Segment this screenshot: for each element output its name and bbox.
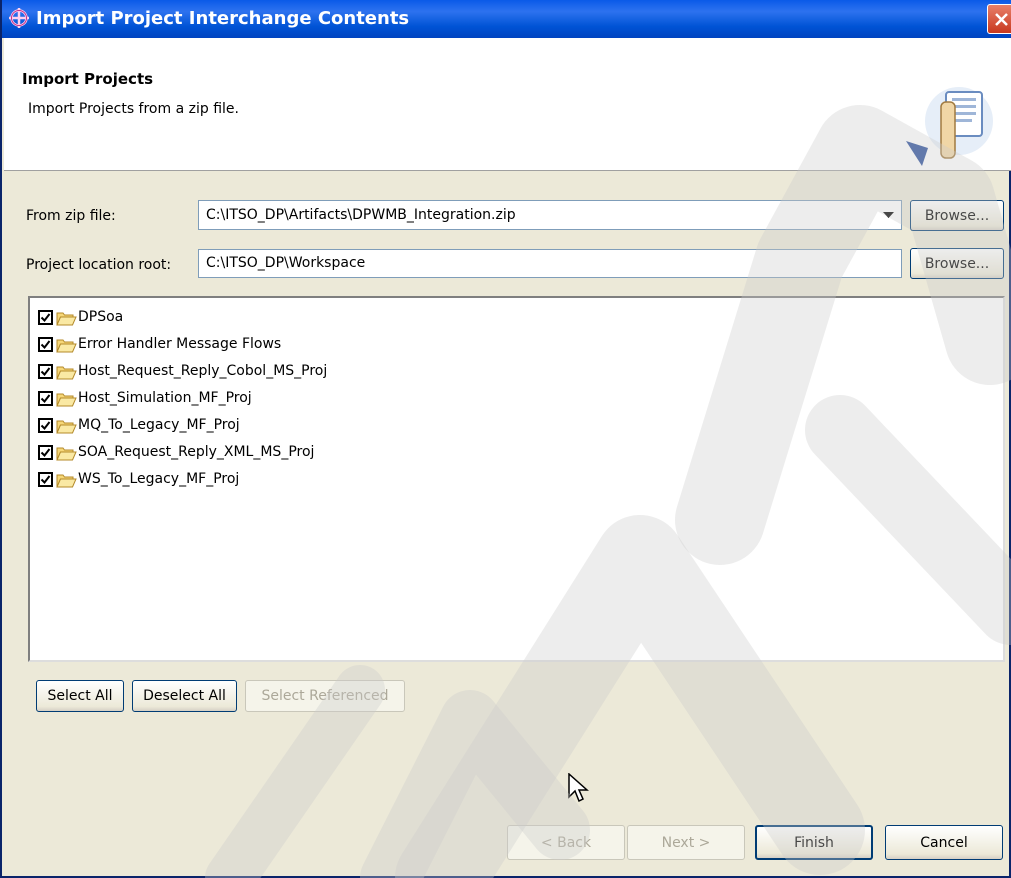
project-label: Host_Request_Reply_Cobol_MS_Proj <box>78 363 328 379</box>
checkbox[interactable] <box>38 418 53 433</box>
import-wizard-icon <box>9 8 29 28</box>
checkbox[interactable] <box>38 391 53 406</box>
project-tree[interactable]: DPSoa Error Handler Message Flows Host_R… <box>28 296 1005 662</box>
checkmark-icon <box>40 448 51 458</box>
window-title: Import Project Interchange Contents <box>36 8 410 29</box>
zip-file-label: From zip file: <box>26 208 116 224</box>
import-dialog: Import Project Interchange Contents Impo… <box>0 0 1011 878</box>
folder-open-icon <box>56 339 77 353</box>
finish-button[interactable]: Finish <box>755 825 873 860</box>
back-button[interactable]: < Back <box>507 825 625 860</box>
checkmark-icon <box>40 475 51 485</box>
zip-file-combo[interactable]: C:\ITSO_DP\Artifacts\DPWMB_Integration.z… <box>198 200 902 230</box>
checkmark-icon <box>40 313 51 323</box>
browse-location-button[interactable]: Browse... <box>910 248 1004 279</box>
folder-open-icon <box>56 474 77 488</box>
location-root-input[interactable]: C:\ITSO_DP\Workspace <box>198 249 902 278</box>
location-root-label: Project location root: <box>26 257 172 273</box>
mouse-pointer-icon <box>568 773 589 803</box>
wizard-import-icon <box>906 87 993 166</box>
select-all-button[interactable]: Select All <box>36 680 124 712</box>
project-label: WS_To_Legacy_MF_Proj <box>78 471 240 487</box>
project-label: DPSoa <box>78 309 124 325</box>
checkbox[interactable] <box>38 445 53 460</box>
checkmark-icon <box>40 340 51 350</box>
zip-file-value: C:\ITSO_DP\Artifacts\DPWMB_Integration.z… <box>206 207 516 223</box>
folder-open-icon <box>56 420 77 434</box>
cancel-button[interactable]: Cancel <box>885 825 1003 860</box>
browse-zip-button[interactable]: Browse... <box>910 200 1004 231</box>
wizard-header: Import Projects Import Projects from a z… <box>4 38 1011 171</box>
project-label: Host_Simulation_MF_Proj <box>78 390 252 406</box>
checkmark-icon <box>40 394 51 404</box>
checkbox[interactable] <box>38 310 53 325</box>
page-title: Import Projects <box>22 70 154 88</box>
next-button[interactable]: Next > <box>627 825 745 860</box>
folder-open-icon <box>56 447 77 461</box>
dropdown-arrow[interactable] <box>879 204 899 226</box>
close-button[interactable] <box>987 4 1011 34</box>
select-referenced-button[interactable]: Select Referenced <box>245 680 405 712</box>
location-root-value: C:\ITSO_DP\Workspace <box>206 255 366 271</box>
deselect-all-button[interactable]: Deselect All <box>132 680 237 712</box>
checkbox[interactable] <box>38 364 53 379</box>
project-label: SOA_Request_Reply_XML_MS_Proj <box>78 444 315 460</box>
page-description: Import Projects from a zip file. <box>28 101 239 117</box>
title-bar[interactable]: Import Project Interchange Contents <box>2 0 1011 38</box>
checkmark-icon <box>40 421 51 431</box>
chevron-down-icon <box>883 212 894 218</box>
folder-open-icon <box>56 366 77 380</box>
project-label: Error Handler Message Flows <box>78 336 282 352</box>
folder-open-icon <box>56 312 77 326</box>
checkbox[interactable] <box>38 337 53 352</box>
checkmark-icon <box>40 367 51 377</box>
folder-open-icon <box>56 393 77 407</box>
close-icon <box>995 13 1008 26</box>
project-label: MQ_To_Legacy_MF_Proj <box>78 417 240 433</box>
checkbox[interactable] <box>38 472 53 487</box>
